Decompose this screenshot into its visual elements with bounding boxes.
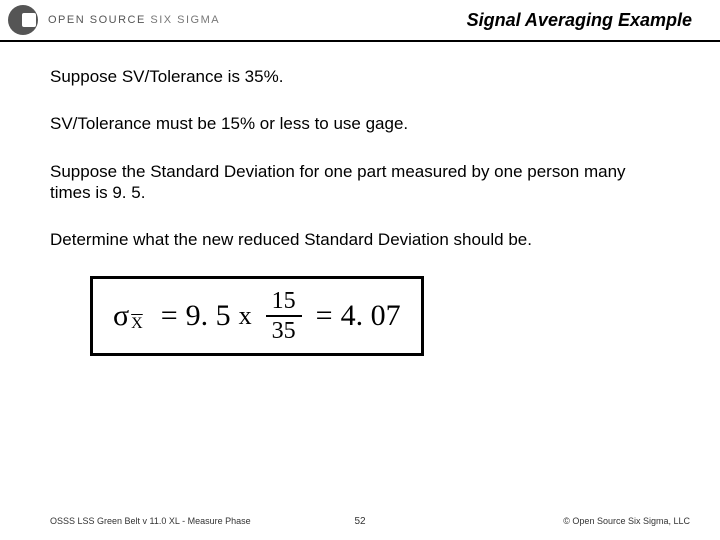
slide-header: OPEN SOURCE SIX SIGMA Signal Averaging E… (0, 0, 720, 42)
brand-strong: OPEN SOURCE (48, 14, 146, 26)
equals-2: = (316, 301, 333, 331)
brand-logo-icon (8, 5, 38, 35)
brand-text: OPEN SOURCE SIX SIGMA (48, 14, 220, 26)
paragraph-4: Determine what the new reduced Standard … (50, 229, 670, 250)
footer-right: © Open Source Six Sigma, LLC (563, 516, 690, 526)
slide-body: Suppose SV/Tolerance is 35%. SV/Toleranc… (0, 42, 720, 356)
slide-title: Signal Averaging Example (220, 10, 700, 31)
paragraph-3: Suppose the Standard Deviation for one p… (50, 161, 670, 204)
fraction: 15 35 (266, 289, 302, 343)
equals-1: = (161, 301, 178, 331)
result-value: 4. 07 (341, 301, 401, 331)
multiply-symbol: x (239, 303, 252, 329)
paragraph-1: Suppose SV/Tolerance is 35%. (50, 66, 670, 87)
sigma-subscript: X (131, 316, 143, 332)
brand-light: SIX SIGMA (150, 14, 220, 26)
footer-page-number: 52 (354, 516, 365, 527)
value-1: 9. 5 (186, 301, 231, 331)
slide-footer: OSSS LSS Green Belt v 11.0 XL - Measure … (0, 516, 720, 526)
fraction-numerator: 15 (266, 289, 302, 317)
paragraph-2: SV/Tolerance must be 15% or less to use … (50, 113, 670, 134)
formula-box: σ X = 9. 5 x 15 35 = 4. 07 (90, 276, 424, 356)
footer-left: OSSS LSS Green Belt v 11.0 XL - Measure … (50, 516, 251, 526)
formula-container: σ X = 9. 5 x 15 35 = 4. 07 (90, 276, 670, 356)
sigma-symbol: σ (113, 301, 129, 331)
fraction-denominator: 35 (266, 317, 302, 343)
